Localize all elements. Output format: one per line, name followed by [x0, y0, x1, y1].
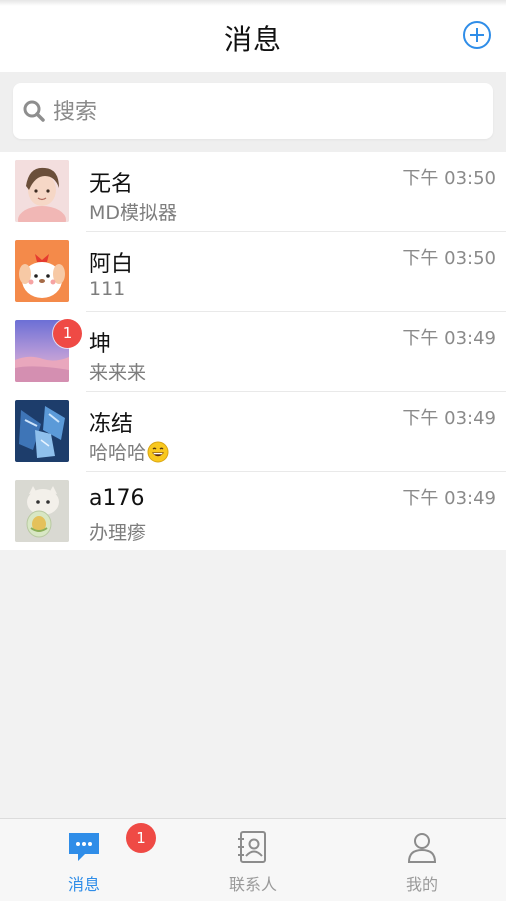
message-time: 下午 03:49 — [402, 408, 496, 429]
search-area — [0, 72, 506, 152]
avatar — [15, 240, 69, 302]
message-time: 下午 03:49 — [402, 328, 496, 349]
tab-contacts[interactable]: 联系人 — [169, 819, 337, 901]
person-icon — [407, 833, 437, 863]
conversation-row[interactable]: a176 办理瘆 下午 03:49 — [0, 472, 506, 552]
contact-name: a176 — [89, 486, 145, 511]
contact-name: 阿白 — [89, 252, 134, 277]
bottom-tab-bar: 1 消息 联系人 我的 — [0, 818, 506, 901]
contact-name: 冻结 — [89, 412, 134, 437]
message-time: 下午 03:49 — [402, 488, 496, 509]
contact-name: 无名 — [89, 172, 134, 197]
tab-me[interactable]: 我的 — [338, 819, 506, 901]
message-preview: MD模拟器 — [89, 202, 178, 224]
search-icon — [23, 100, 45, 122]
conversation-row[interactable]: 冻结 哈哈哈 下午 03:49 — [0, 392, 506, 472]
page-title: 消息 — [223, 23, 282, 56]
plus-circle-icon[interactable] — [462, 20, 492, 50]
status-shadow — [0, 0, 506, 6]
contact-name: 坤 — [89, 332, 112, 357]
message-bubble-icon — [69, 833, 99, 861]
contacts-book-icon — [238, 831, 266, 863]
avatar — [15, 160, 69, 222]
conversation-row[interactable]: 1 坤 来来来 下午 03:49 — [0, 312, 506, 392]
tab-label: 消息 — [67, 875, 100, 894]
message-preview-container: 哈哈哈 — [89, 438, 169, 465]
avatar — [15, 400, 69, 462]
top-bar: 消息 — [0, 0, 506, 72]
avatar — [15, 480, 69, 542]
message-preview: 办理瘆 — [89, 522, 147, 544]
conversation-row[interactable]: 无名 MD模拟器 下午 03:50 — [0, 152, 506, 232]
tab-unread-badge: 1 — [126, 823, 156, 853]
search-box[interactable] — [13, 83, 493, 139]
message-preview: 111 — [89, 278, 126, 300]
conversation-row[interactable]: 阿白 111 下午 03:50 — [0, 232, 506, 312]
search-input[interactable] — [51, 91, 475, 133]
tab-messages[interactable]: 1 消息 — [0, 819, 168, 901]
unread-badge: 1 — [53, 319, 82, 348]
grinning-face-emoji — [147, 441, 169, 463]
message-preview: 哈哈哈 — [89, 442, 147, 464]
message-preview: 来来来 — [89, 362, 147, 384]
conversation-list: 无名 MD模拟器 下午 03:50 阿白 111 下午 03:50 1 坤 来来… — [0, 152, 506, 550]
tab-label: 我的 — [405, 875, 438, 894]
message-time: 下午 03:50 — [402, 168, 496, 189]
message-time: 下午 03:50 — [402, 248, 496, 269]
tab-label: 联系人 — [228, 875, 277, 894]
